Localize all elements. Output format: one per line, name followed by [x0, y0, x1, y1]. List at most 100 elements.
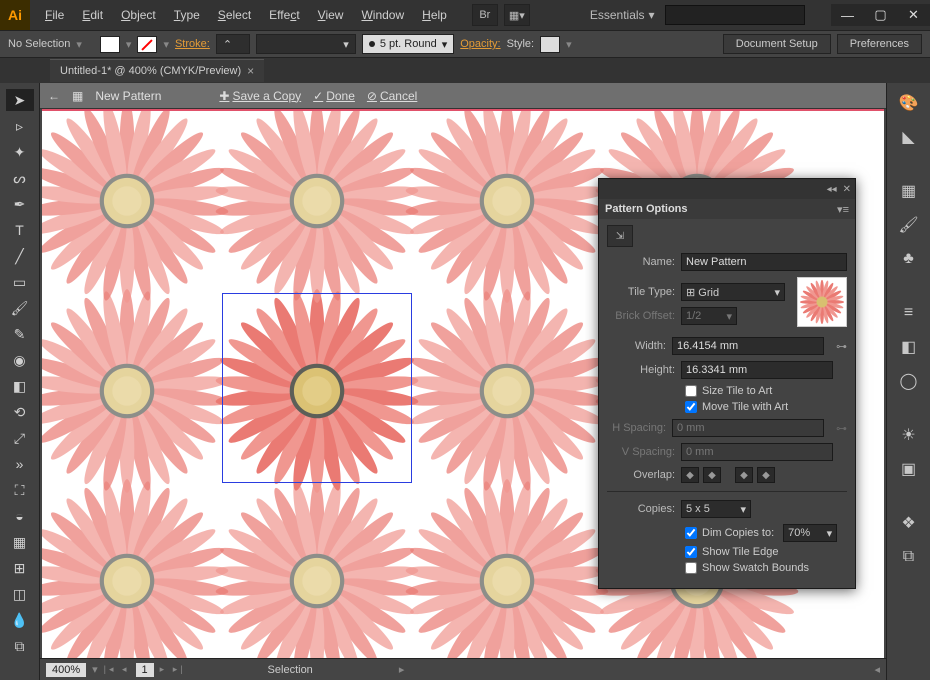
- menu-type[interactable]: Type: [165, 0, 209, 30]
- show-tile-edge-checkbox[interactable]: [685, 546, 697, 558]
- height-input[interactable]: [681, 361, 833, 379]
- move-tile-with-art-checkbox[interactable]: [685, 401, 697, 413]
- blend-tool[interactable]: ⧉: [6, 635, 34, 657]
- chevron-down-icon[interactable]: ▾: [76, 38, 82, 51]
- close-button[interactable]: ✕: [897, 4, 930, 26]
- line-tool[interactable]: ╱: [6, 245, 34, 267]
- pattern-tile-tool-icon[interactable]: ⇲: [607, 225, 633, 247]
- mesh-tool[interactable]: ⊞: [6, 557, 34, 579]
- color-guide-panel-icon[interactable]: ◣: [897, 125, 921, 149]
- gradient-tool[interactable]: ◫: [6, 583, 34, 605]
- selection-tool[interactable]: ➤: [6, 89, 34, 111]
- paintbrush-tool[interactable]: 🖌: [6, 297, 34, 319]
- chevron-down-icon[interactable]: ▾: [126, 38, 132, 51]
- symbols-panel-icon[interactable]: ♣: [897, 247, 921, 271]
- arrange-documents-button[interactable]: ▦▾: [504, 4, 530, 26]
- dim-copies-select[interactable]: 70%▾: [783, 524, 837, 542]
- stroke-weight-input[interactable]: ⌃: [216, 34, 250, 54]
- variable-width-profile[interactable]: ▾: [256, 34, 356, 54]
- swatches-panel-icon[interactable]: ▦: [897, 179, 921, 203]
- scrollbar-left-icon[interactable]: ◂: [874, 663, 880, 676]
- minimize-button[interactable]: —: [831, 4, 864, 26]
- scale-tool[interactable]: ⤢: [6, 427, 34, 449]
- lasso-tool[interactable]: ᔕ: [6, 167, 34, 189]
- shape-builder-tool[interactable]: ◒: [6, 505, 34, 527]
- menu-help[interactable]: Help: [413, 0, 456, 30]
- brush-definition-select[interactable]: 5 pt. Round ▾: [362, 34, 454, 54]
- rectangle-tool[interactable]: ▭: [6, 271, 34, 293]
- eraser-tool[interactable]: ◧: [6, 375, 34, 397]
- free-transform-tool[interactable]: ⛶: [6, 479, 34, 501]
- width-tool[interactable]: »: [6, 453, 34, 475]
- menu-object[interactable]: Object: [112, 0, 165, 30]
- chevron-down-icon[interactable]: ▸: [399, 663, 405, 676]
- back-arrow-icon[interactable]: ←: [48, 89, 60, 103]
- menu-select[interactable]: Select: [209, 0, 260, 30]
- menu-edit[interactable]: Edit: [73, 0, 112, 30]
- style-swatch[interactable]: [540, 36, 560, 53]
- stroke-none-swatch[interactable]: [137, 36, 157, 53]
- perspective-grid-tool[interactable]: ▦: [6, 531, 34, 553]
- chevron-down-icon[interactable]: ▾: [92, 663, 98, 676]
- brushes-panel-icon[interactable]: 🖌: [897, 213, 921, 237]
- panel-tab-bar[interactable]: ◂◂ ✕: [599, 179, 855, 199]
- menu-view[interactable]: View: [309, 0, 353, 30]
- menu-effect[interactable]: Effect: [260, 0, 308, 30]
- overlap-top-front[interactable]: ◆: [735, 467, 753, 483]
- eyedropper-tool[interactable]: 💧: [6, 609, 34, 631]
- workspace-switcher[interactable]: Essentials ▾: [590, 8, 655, 22]
- flower-artwork[interactable]: [212, 286, 422, 501]
- menu-window[interactable]: Window: [352, 0, 413, 30]
- tile-type-select[interactable]: ⊞ Grid▾: [681, 283, 785, 301]
- opacity-label[interactable]: Opacity:: [460, 38, 500, 50]
- search-input[interactable]: [665, 5, 805, 25]
- fill-swatch[interactable]: [100, 36, 120, 53]
- document-setup-button[interactable]: Document Setup: [723, 34, 831, 54]
- cancel-button[interactable]: ⊘Cancel: [367, 89, 417, 103]
- overlap-bottom-front[interactable]: ◆: [757, 467, 775, 483]
- blob-brush-tool[interactable]: ◉: [6, 349, 34, 371]
- overlap-right-front[interactable]: ◆: [703, 467, 721, 483]
- magic-wand-tool[interactable]: ✦: [6, 141, 34, 163]
- save-a-copy-button[interactable]: ✚Save a Copy: [219, 89, 301, 103]
- gradient-panel-icon[interactable]: ◧: [897, 335, 921, 359]
- graphic-styles-panel-icon[interactable]: ▣: [897, 457, 921, 481]
- maximize-button[interactable]: ▢: [864, 4, 897, 26]
- pencil-tool[interactable]: ✎: [6, 323, 34, 345]
- bridge-button[interactable]: Br: [472, 4, 498, 26]
- panel-titlebar[interactable]: Pattern Options ▾≡: [599, 199, 855, 219]
- copies-select[interactable]: 5 x 5▾: [681, 500, 751, 518]
- transparency-panel-icon[interactable]: ◯: [897, 369, 921, 393]
- stroke-panel-icon[interactable]: ≡: [897, 301, 921, 325]
- color-panel-icon[interactable]: 🎨: [897, 91, 921, 115]
- chevron-down-icon[interactable]: ▾: [163, 38, 169, 51]
- appearance-panel-icon[interactable]: ☀: [897, 423, 921, 447]
- type-tool[interactable]: T: [6, 219, 34, 241]
- zoom-level[interactable]: 400%: [46, 663, 86, 677]
- artboard-nav[interactable]: |◂ ◂: [104, 664, 130, 675]
- artboard-number[interactable]: 1: [136, 663, 154, 677]
- pen-tool[interactable]: ✒: [6, 193, 34, 215]
- preferences-button[interactable]: Preferences: [837, 34, 922, 54]
- direct-selection-tool[interactable]: ▹: [6, 115, 34, 137]
- document-tab[interactable]: Untitled-1* @ 400% (CMYK/Preview) ×: [50, 59, 264, 82]
- size-tile-to-art-checkbox[interactable]: [685, 385, 697, 397]
- rotate-tool[interactable]: ⟲: [6, 401, 34, 423]
- chevron-down-icon[interactable]: ▾: [566, 38, 572, 51]
- menu-file[interactable]: File: [36, 0, 73, 30]
- done-button[interactable]: ✓Done: [313, 89, 355, 103]
- dim-copies-checkbox[interactable]: [685, 527, 697, 539]
- close-tab-icon[interactable]: ×: [247, 64, 254, 78]
- overlap-left-front[interactable]: ◆: [681, 467, 699, 483]
- artboards-panel-icon[interactable]: ⧉: [897, 545, 921, 569]
- close-icon[interactable]: ✕: [843, 184, 851, 195]
- pattern-name-input[interactable]: [681, 253, 847, 271]
- collapse-icon[interactable]: ◂◂: [827, 184, 837, 195]
- show-swatch-bounds-checkbox[interactable]: [685, 562, 697, 574]
- width-input[interactable]: [672, 337, 824, 355]
- layers-panel-icon[interactable]: ❖: [897, 511, 921, 535]
- panel-menu-icon[interactable]: ▾≡: [837, 203, 849, 216]
- stroke-label[interactable]: Stroke:: [175, 38, 210, 50]
- artboard-nav-next[interactable]: ▸ ▸|: [160, 664, 186, 675]
- link-icon[interactable]: ⊶: [836, 340, 847, 353]
